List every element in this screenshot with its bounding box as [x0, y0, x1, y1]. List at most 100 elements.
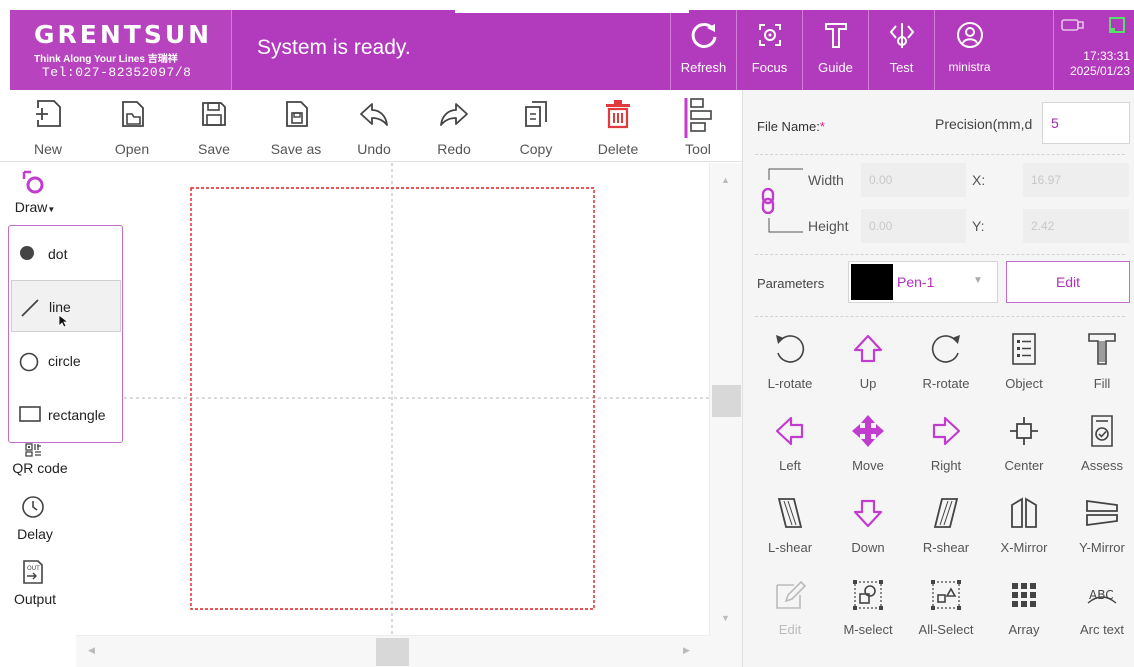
drawing-canvas[interactable] — [76, 163, 709, 635]
right-button[interactable]: Right — [907, 409, 985, 491]
logo-tagline: Think Along Your Lines 吉瑞祥 — [34, 54, 178, 65]
link-lock-icon[interactable] — [761, 188, 775, 214]
edit-parameters-button[interactable]: Edit — [1006, 261, 1130, 303]
test-button[interactable]: Test — [868, 10, 934, 90]
redo-icon — [440, 103, 468, 126]
save-as-button[interactable]: Save as — [256, 90, 336, 162]
undo-label: Undo — [357, 141, 391, 157]
object-button[interactable]: Object — [985, 327, 1063, 409]
draw-menu-circle[interactable]: circle — [11, 335, 121, 387]
svg-text:OUT: OUT — [27, 565, 40, 572]
delete-label: Delete — [597, 141, 639, 157]
usb-icon — [1061, 19, 1084, 31]
shear-right-icon — [933, 498, 959, 528]
circle-icon — [19, 352, 39, 372]
arc-text-label: Arc text — [1079, 622, 1125, 637]
refresh-button[interactable]: Refresh — [670, 10, 736, 90]
undo-button[interactable]: Undo — [334, 90, 414, 162]
open-label: Open — [114, 141, 150, 157]
up-button[interactable]: Up — [829, 327, 907, 409]
focus-label: Focus — [751, 60, 788, 75]
precision-input[interactable]: 5 — [1042, 102, 1130, 144]
output-tool[interactable]: OUT Output — [0, 559, 70, 607]
left-label: Left — [779, 458, 801, 473]
x-value: 16.97 — [1031, 173, 1062, 187]
x-position-input[interactable]: 16.97 — [1023, 163, 1129, 197]
r-shear-button[interactable]: R-shear — [907, 491, 985, 573]
mirror-x-icon — [1011, 497, 1037, 528]
array-button[interactable]: Array — [985, 573, 1063, 655]
user-label: ministra — [948, 60, 991, 74]
pen-select[interactable]: Pen-1 ▼ — [848, 261, 998, 303]
focus-button[interactable]: Focus — [736, 10, 802, 90]
open-file-icon — [122, 101, 144, 127]
save-button[interactable]: Save — [174, 90, 254, 162]
undo-icon — [360, 103, 388, 126]
scroll-down-arrow-icon[interactable]: ▼ — [721, 613, 730, 623]
qr-code-tool[interactable]: QR code — [0, 443, 70, 476]
scroll-left-arrow-icon[interactable]: ◀ — [88, 645, 95, 656]
shear-left-icon — [777, 498, 803, 528]
r-rotate-button[interactable]: R-rotate — [907, 327, 985, 409]
draw-menu-dot[interactable]: dot — [11, 228, 121, 280]
vertical-scroll-thumb[interactable] — [712, 385, 741, 417]
delay-tool[interactable]: Delay — [0, 495, 70, 542]
copy-button[interactable]: Copy — [496, 90, 576, 162]
line-icon — [21, 299, 39, 317]
fill-button[interactable]: Fill — [1063, 327, 1134, 409]
clock-panel: 17:33:31 2025/01/23 — [1053, 10, 1134, 90]
left-button[interactable]: Left — [751, 409, 829, 491]
open-button[interactable]: Open — [92, 90, 172, 162]
logo-wordmark: GRENTSUN — [34, 20, 213, 49]
delete-icon — [606, 100, 630, 129]
draw-menu-rectangle[interactable]: rectangle — [11, 389, 121, 441]
l-rotate-label: L-rotate — [767, 376, 813, 391]
width-input[interactable]: 0.00 — [861, 163, 966, 197]
redo-button[interactable]: Redo — [414, 90, 494, 162]
object-list-icon — [1012, 333, 1036, 365]
refresh-label: Refresh — [680, 60, 727, 75]
draw-menu-line[interactable]: line — [11, 280, 121, 332]
clock-icon — [22, 496, 44, 518]
tool-icon — [684, 98, 712, 138]
mirror-y-icon — [1086, 499, 1118, 527]
edit-nodes-button[interactable]: Edit — [751, 573, 829, 655]
arc-text-button[interactable]: ABC Arc text — [1063, 573, 1134, 655]
tool-button[interactable]: Tool — [658, 90, 738, 162]
down-button[interactable]: Down — [829, 491, 907, 573]
new-button[interactable]: New — [8, 90, 88, 162]
line-label: line — [49, 299, 71, 315]
copy-icon — [525, 101, 547, 127]
x-mirror-button[interactable]: X-Mirror — [985, 491, 1063, 573]
user-button[interactable]: ministra — [934, 10, 1004, 90]
assess-button[interactable]: Assess — [1063, 409, 1134, 491]
vertical-scrollbar[interactable]: ▲ ▼ — [709, 163, 742, 635]
guide-label: Guide — [818, 60, 853, 75]
scroll-up-arrow-icon[interactable]: ▲ — [721, 175, 730, 185]
horizontal-scroll-thumb[interactable] — [376, 638, 409, 666]
draw-tool[interactable]: Draw▼ — [0, 169, 70, 215]
tool-label: Tool — [685, 141, 711, 157]
all-select-button[interactable]: All-Select — [907, 573, 985, 655]
l-shear-button[interactable]: L-shear — [751, 491, 829, 573]
guide-button[interactable]: Guide — [802, 10, 868, 90]
draw-label: Draw — [14, 199, 48, 215]
height-input[interactable]: 0.00 — [861, 209, 966, 243]
rectangle-icon — [19, 406, 41, 422]
width-label: Width — [808, 172, 844, 188]
scroll-right-arrow-icon[interactable]: ▶ — [683, 645, 690, 656]
center-button[interactable]: Center — [985, 409, 1063, 491]
guide-icon — [824, 23, 847, 48]
rotate-left-icon — [776, 335, 805, 363]
arrow-down-icon — [853, 499, 883, 528]
center-icon — [1010, 417, 1038, 445]
move-button[interactable]: Move — [829, 409, 907, 491]
y-position-input[interactable]: 2.42 — [1023, 209, 1129, 243]
arrow-up-icon — [853, 334, 883, 363]
y-mirror-button[interactable]: Y-Mirror — [1063, 491, 1134, 573]
delete-button[interactable]: Delete — [578, 90, 658, 162]
l-rotate-button[interactable]: L-rotate — [751, 327, 829, 409]
dot-icon — [20, 246, 34, 260]
horizontal-scrollbar[interactable]: ◀ ▶ — [76, 635, 709, 667]
m-select-button[interactable]: M-select — [829, 573, 907, 655]
